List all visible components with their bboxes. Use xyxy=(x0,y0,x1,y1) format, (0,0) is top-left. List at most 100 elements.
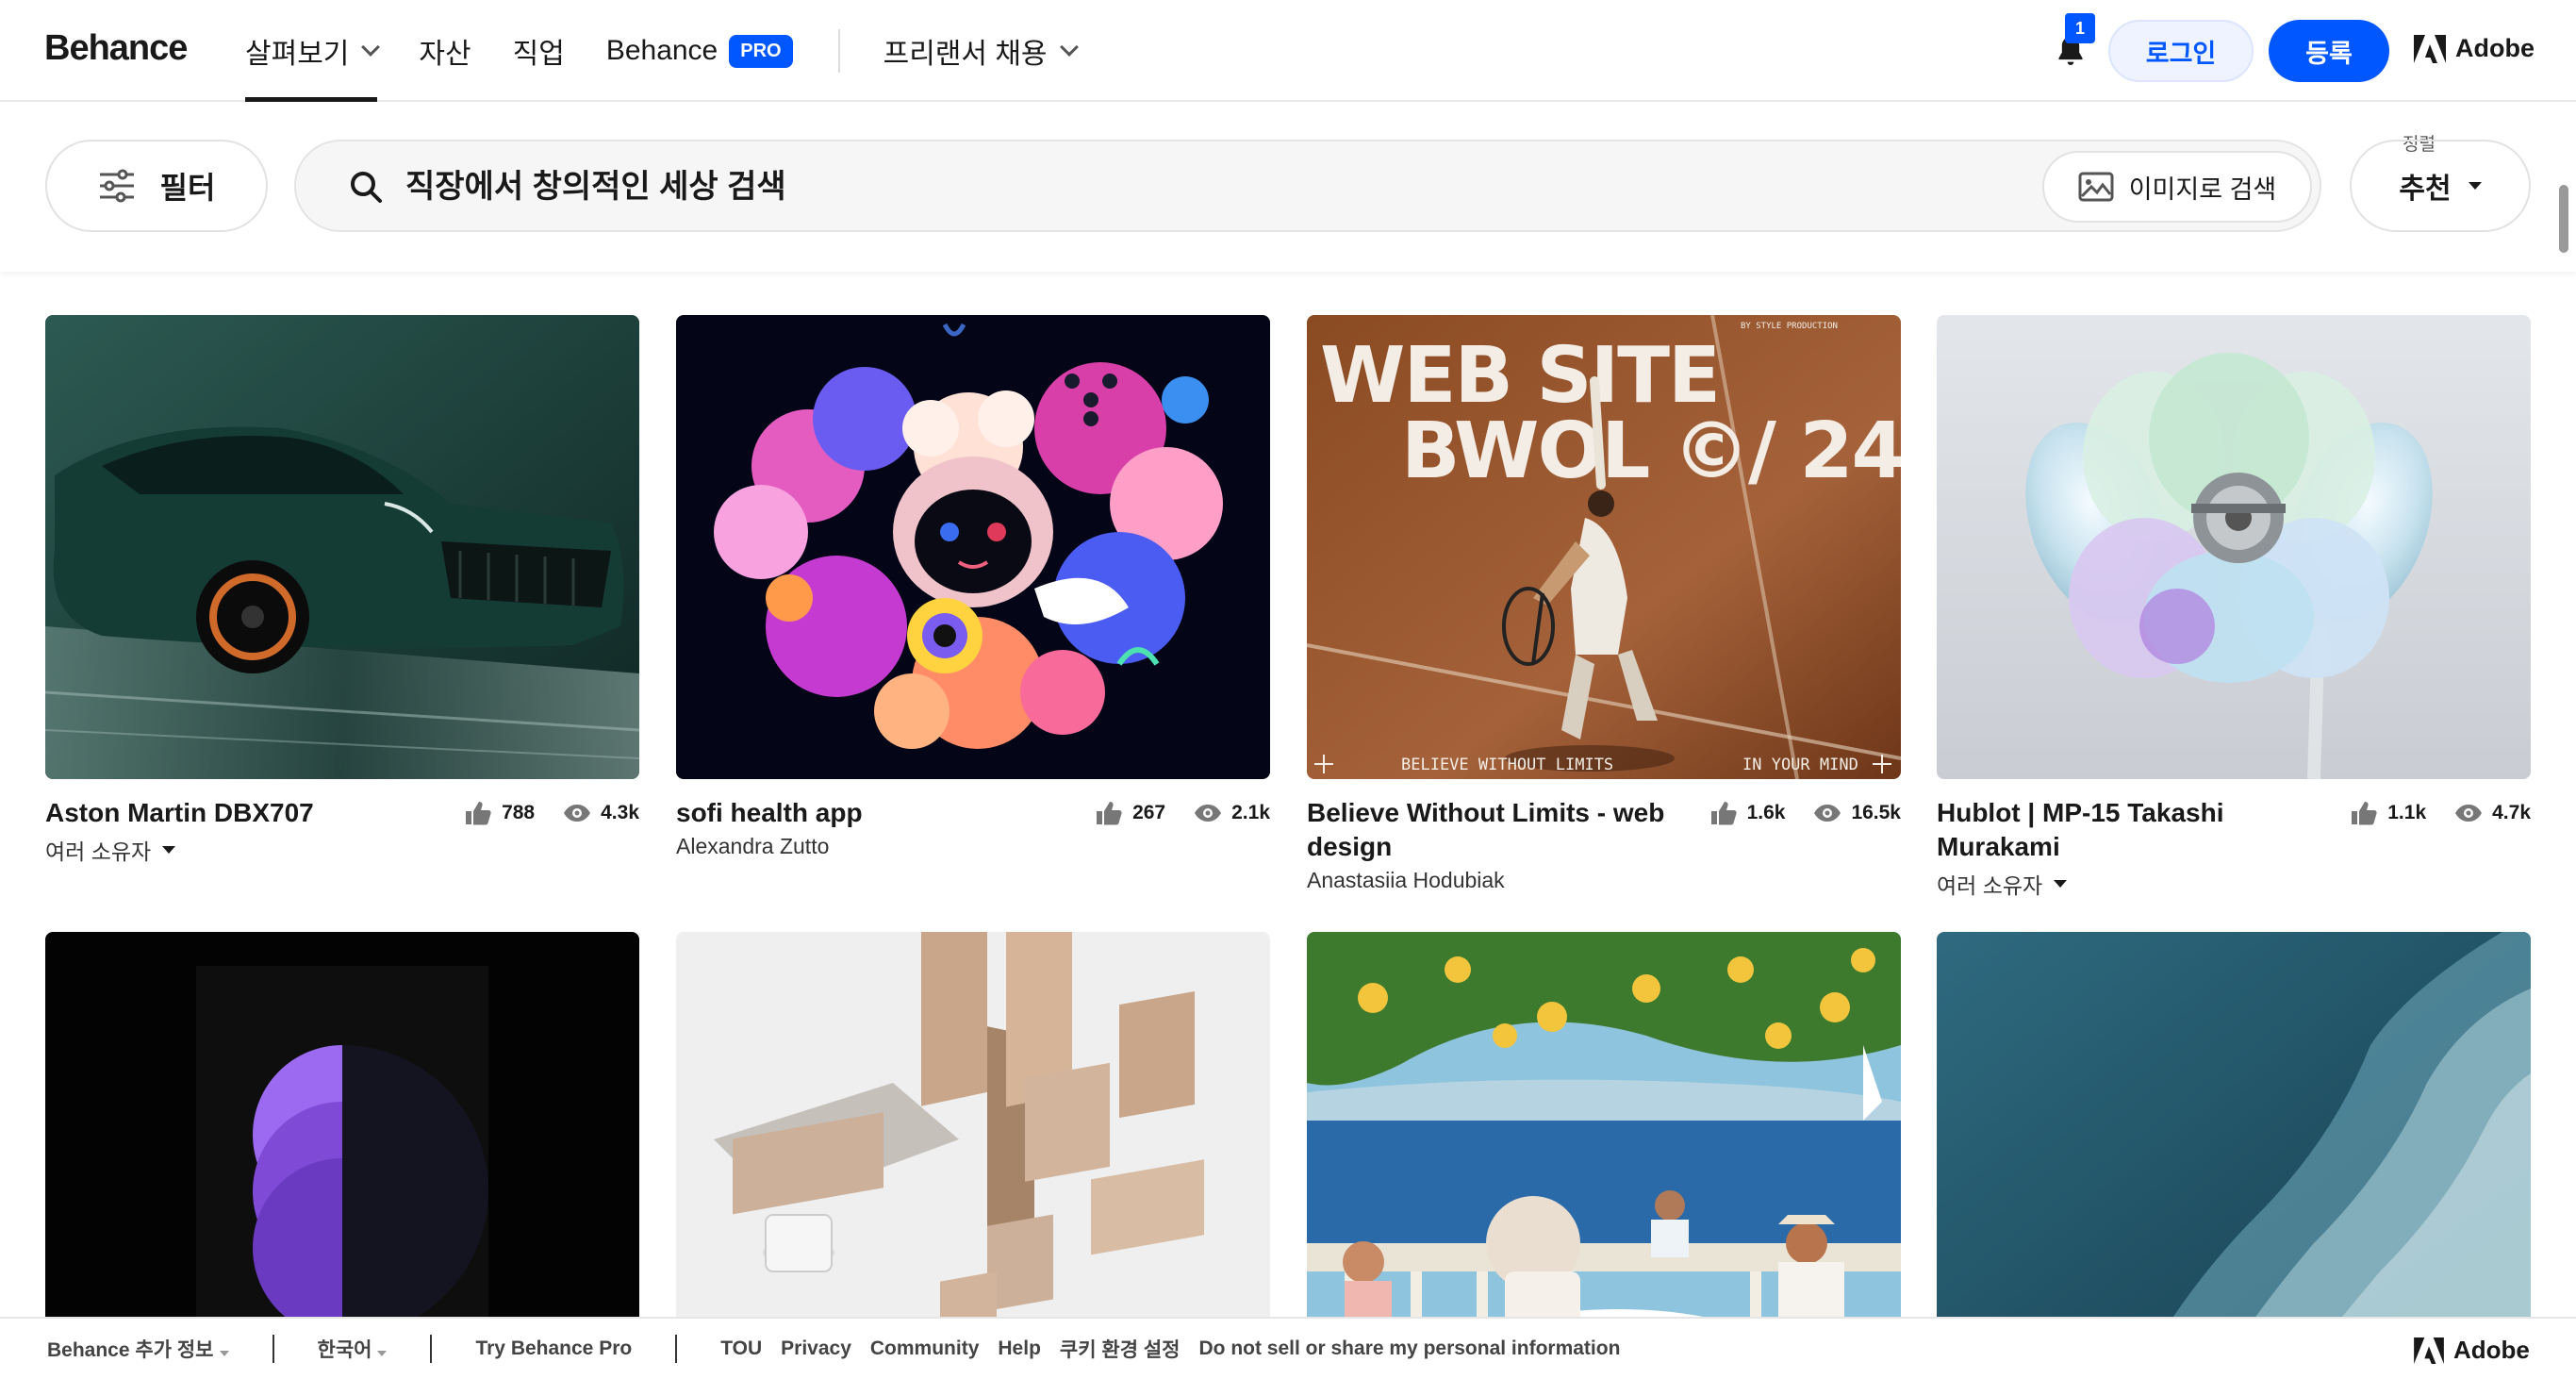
image-search-button[interactable]: 이미지로 검색 xyxy=(2042,151,2312,223)
likes-count: 788 xyxy=(464,800,535,826)
behance-logo[interactable]: Behance xyxy=(44,28,188,69)
footer-try-pro[interactable]: Try Behance Pro xyxy=(475,1337,632,1360)
filter-sliders-icon xyxy=(99,169,134,203)
project-stats: 267 2.1k xyxy=(1095,800,1270,826)
filter-button[interactable]: 필터 xyxy=(45,140,268,232)
top-header: Behance 살펴보기 자산 직업 Behance PRO 프리랜서 채용 1… xyxy=(0,0,2576,102)
nav-hire-freelancers[interactable]: 프리랜서 채용 xyxy=(883,0,1079,102)
nav-behance-pro[interactable]: Behance PRO xyxy=(606,0,793,102)
nav-jobs[interactable]: 직업 xyxy=(513,0,565,102)
image-search-label: 이미지로 검색 xyxy=(2128,174,2277,204)
poster-footer-right: IN YOUR MIND xyxy=(1742,756,1858,774)
project-card[interactable]: WEB SITE BWOL ©/ 24 BY STYLE PRODUCTION … xyxy=(1307,315,1901,892)
project-card[interactable] xyxy=(45,932,639,1379)
views-value: 16.5k xyxy=(1851,802,1901,823)
caret-down-icon xyxy=(2468,182,2482,190)
footer-divider xyxy=(675,1335,678,1363)
adobe-label: Adobe xyxy=(2455,34,2535,62)
project-thumbnail[interactable] xyxy=(1937,315,2531,779)
project-card[interactable]: Hublot | MP-15 Takashi Murakami 여러 소유자 1… xyxy=(1937,315,2531,898)
likes-value: 788 xyxy=(502,802,536,823)
eye-icon xyxy=(1814,805,1841,822)
footer-more-info[interactable]: Behance 추가 정보 xyxy=(47,1335,229,1363)
eye-icon xyxy=(1195,805,1222,822)
pro-badge: PRO xyxy=(729,34,793,68)
nav-explore-label: 살펴보기 xyxy=(245,39,350,70)
abstract-3d-image xyxy=(45,932,639,1379)
footer-link-privacy[interactable]: Privacy xyxy=(781,1337,851,1360)
adobe-logo-icon xyxy=(2414,1337,2444,1364)
owner-name: 여러 소유자 xyxy=(45,839,152,864)
caret-down-icon xyxy=(2054,880,2068,888)
project-thumbnail[interactable] xyxy=(676,315,1270,779)
footer-divider xyxy=(430,1335,433,1363)
login-button[interactable]: 로그인 xyxy=(2108,20,2254,82)
owner-name: Anastasiia Hodubiak xyxy=(1307,868,1505,892)
footer-link-help[interactable]: Help xyxy=(998,1337,1041,1360)
nav-behance-label: Behance xyxy=(605,35,718,66)
project-thumbnail[interactable] xyxy=(45,932,639,1379)
project-title[interactable]: Hublot | MP-15 Takashi Murakami xyxy=(1937,796,2333,864)
search-toolbar: 필터 이미지로 검색 정렬 추천 xyxy=(0,102,2576,272)
chevron-down-icon xyxy=(361,38,381,57)
footer-language-selector[interactable]: 한국어 xyxy=(318,1335,388,1363)
views-count: 4.7k xyxy=(2454,802,2531,824)
project-owner[interactable]: Alexandra Zutto xyxy=(676,834,1270,859)
illustration-image xyxy=(676,315,1270,779)
poster-credit: BY STYLE PRODUCTION xyxy=(1741,322,1838,331)
project-thumbnail[interactable] xyxy=(1937,932,2531,1379)
owner-name: Alexandra Zutto xyxy=(676,834,830,858)
sort-dropdown[interactable]: 추천 xyxy=(2350,140,2531,232)
nav-assets[interactable]: 자산 xyxy=(419,0,471,102)
views-value: 2.1k xyxy=(1231,802,1270,823)
thumbs-up-icon xyxy=(1710,802,1737,825)
nav-explore[interactable]: 살펴보기 xyxy=(245,0,381,102)
thumbs-up-icon xyxy=(466,802,491,825)
project-card[interactable]: sofi health app Alexandra Zutto 267 2.1k xyxy=(676,315,1270,872)
project-card[interactable] xyxy=(1937,932,2531,1379)
project-owner[interactable]: Anastasiia Hodubiak xyxy=(1307,868,1901,893)
chevron-down-icon xyxy=(1059,38,1079,57)
project-thumbnail[interactable] xyxy=(1307,932,1901,1379)
signup-button[interactable]: 등록 xyxy=(2269,20,2389,82)
project-title[interactable]: Aston Martin DBX707 xyxy=(45,796,441,830)
search-input[interactable] xyxy=(405,158,1820,215)
project-thumbnail[interactable]: WEB SITE BWOL ©/ 24 BY STYLE PRODUCTION … xyxy=(1307,315,1901,779)
project-card[interactable] xyxy=(1307,932,1901,1379)
notification-count-badge: 1 xyxy=(2065,13,2095,43)
views-value: 4.3k xyxy=(601,802,639,823)
project-card[interactable] xyxy=(676,932,1270,1379)
project-owner[interactable]: 여러 소유자 xyxy=(1937,868,2531,900)
page-scrollbar[interactable] xyxy=(2559,185,2568,253)
sort-value: 추천 xyxy=(2399,174,2452,205)
thumbs-up-icon xyxy=(1097,802,1122,825)
project-thumbnail[interactable] xyxy=(45,315,639,779)
owner-name: 여러 소유자 xyxy=(1937,873,2043,898)
project-title[interactable]: Believe Without Limits - web design xyxy=(1307,796,1703,864)
project-owner[interactable]: 여러 소유자 xyxy=(45,834,639,866)
footer-link-cookie-settings[interactable]: 쿠키 환경 설정 xyxy=(1060,1335,1181,1363)
project-thumbnail[interactable] xyxy=(676,932,1270,1379)
eye-icon xyxy=(564,805,591,822)
footer-link-do-not-sell[interactable]: Do not sell or share my personal informa… xyxy=(1199,1337,1621,1360)
views-count: 2.1k xyxy=(1194,802,1270,824)
likes-count: 1.1k xyxy=(2350,800,2426,826)
likes-value: 1.1k xyxy=(2387,802,2427,823)
caret-down-icon xyxy=(162,846,176,854)
eye-icon xyxy=(2455,805,2483,822)
thumbs-up-icon xyxy=(2352,802,2377,825)
likes-value: 267 xyxy=(1132,802,1166,823)
footer-adobe-link[interactable]: Adobe xyxy=(2414,1336,2530,1365)
likes-count: 1.6k xyxy=(1709,800,1785,826)
filter-label: 필터 xyxy=(159,171,216,205)
views-value: 4.7k xyxy=(2492,802,2531,823)
project-card[interactable]: Aston Martin DBX707 여러 소유자 788 4.3k xyxy=(45,315,639,872)
car-image xyxy=(45,315,639,779)
footer-link-tou[interactable]: TOU xyxy=(720,1337,762,1360)
project-title[interactable]: sofi health app xyxy=(676,796,1072,830)
poster-headline-3: ©/ 24 xyxy=(1673,407,1901,496)
tennis-poster-image: WEB SITE BWOL ©/ 24 BY STYLE PRODUCTION … xyxy=(1307,315,1901,779)
footer-link-community[interactable]: Community xyxy=(870,1337,980,1360)
adobe-link[interactable]: Adobe xyxy=(2414,34,2535,63)
footer-more-info-label: Behance 추가 정보 xyxy=(47,1339,214,1361)
